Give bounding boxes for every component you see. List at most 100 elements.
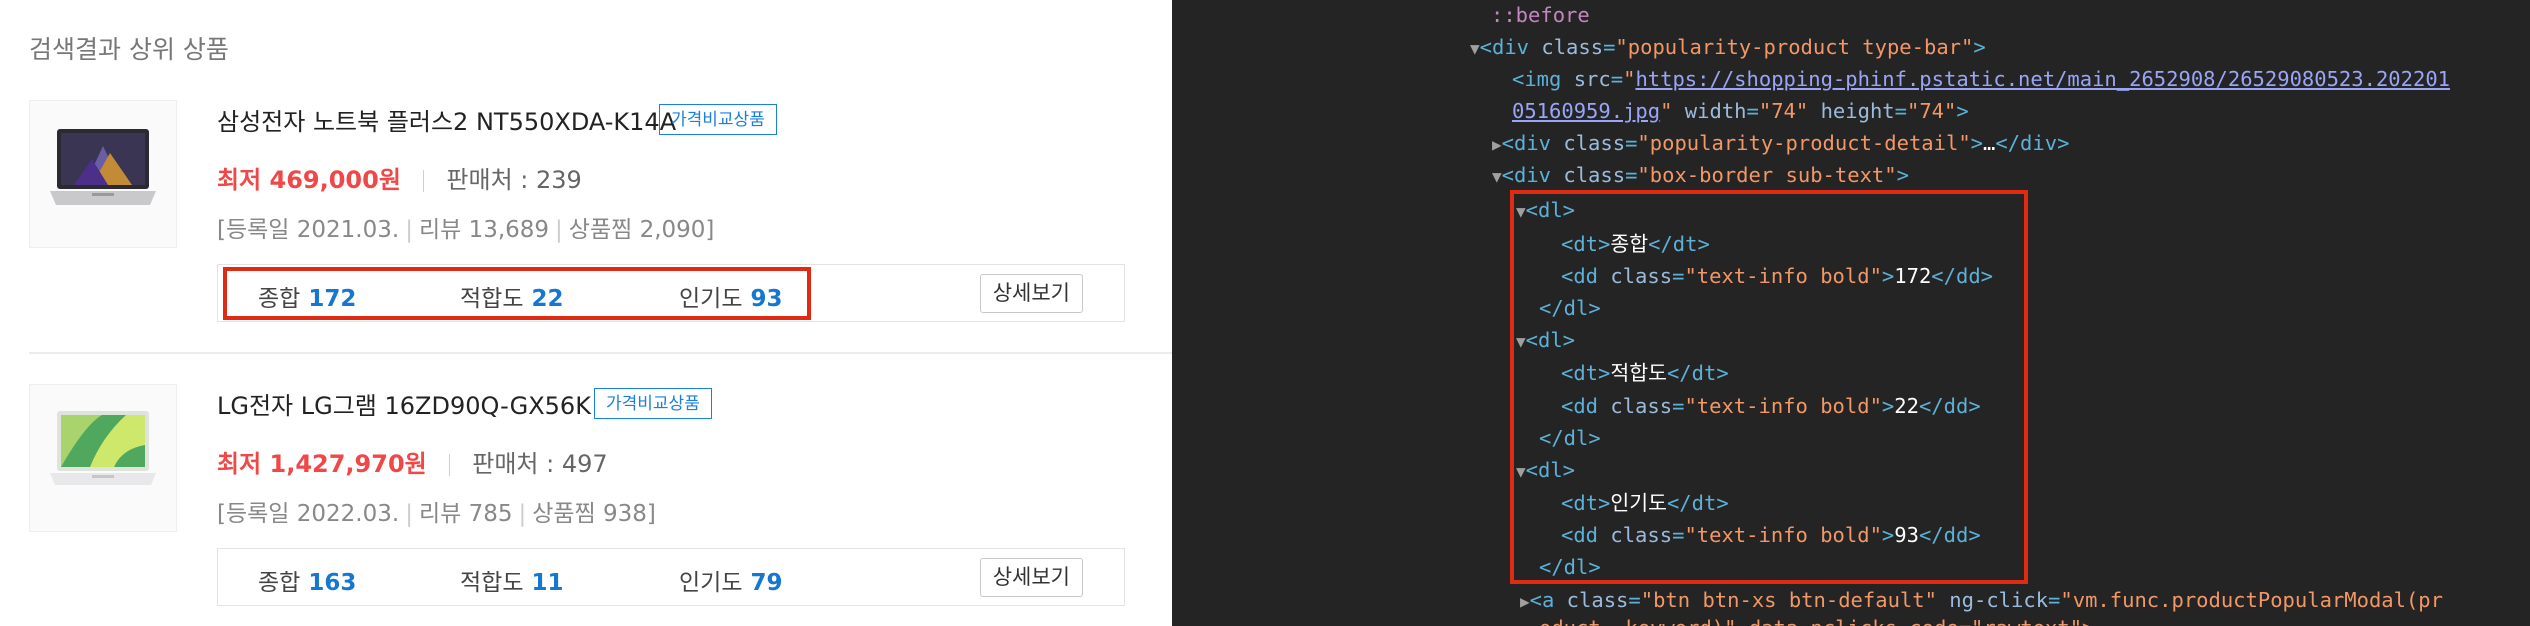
section-divider: [29, 352, 1172, 354]
registration-date: [등록일 2022.03.: [217, 501, 400, 527]
score-label: 인기도: [679, 286, 743, 312]
dom-node-dd[interactable]: <dd class="text-info bold">172</dd>: [1561, 264, 1993, 288]
dom-node-dl[interactable]: ▼<dl>: [1516, 458, 1575, 484]
dom-node-dd[interactable]: <dd class="text-info bold">22</dd>: [1561, 394, 1981, 418]
divider: [448, 454, 451, 476]
dom-node-img[interactable]: <img src="https://shopping-phinf.pstatic…: [1512, 67, 2450, 91]
ellipsis: …: [1983, 131, 1996, 155]
expand-triangle-icon[interactable]: ▼: [1492, 167, 1502, 186]
score-label: 종합: [258, 286, 301, 312]
dd-text: 93: [1894, 523, 1919, 547]
price-compare-badge[interactable]: 가격비교상품: [594, 388, 712, 419]
img-src-link[interactable]: https://shopping-phinf.pstatic.net/main_…: [1635, 67, 2450, 91]
section-title: 검색결과 상위 상품: [29, 35, 229, 64]
dd-text: 172: [1894, 264, 1932, 288]
dom-node-dl-close: </dl>: [1539, 555, 1601, 579]
score-popularity: 인기도 79: [679, 563, 783, 597]
divider: |: [405, 217, 413, 243]
product-info-row: [등록일 2022.03. | 리뷰 785 | 상품찜 938]: [217, 494, 656, 528]
dom-node-pseudo[interactable]: ::before: [1491, 3, 1590, 27]
collapse-triangle-icon[interactable]: ▶: [1520, 592, 1530, 611]
review-count: 리뷰 785: [418, 501, 513, 527]
score-value: 172: [308, 286, 357, 312]
score-label: 적합도: [460, 286, 524, 312]
dom-node-a[interactable]: ▶<a class="btn btn-xs btn-default" ng-cl…: [1520, 588, 2443, 614]
divider: [422, 170, 425, 192]
dom-node-dt[interactable]: <dt>종합</dt>: [1561, 232, 1710, 256]
expand-triangle-icon[interactable]: ▼: [1470, 39, 1480, 58]
dom-node-div[interactable]: ▼<div class="box-border sub-text">: [1492, 163, 1909, 189]
score-total: 종합 172: [258, 279, 356, 313]
divider: |: [555, 217, 563, 243]
lowest-price: 최저 1,427,970원: [217, 450, 427, 478]
dom-node-a-cont: oduct, keyword)" data-nclicks-code="rawt…: [1539, 616, 2094, 626]
wish-count: 상품찜 2,090]: [568, 217, 715, 243]
dt-text: 인기도: [1610, 491, 1667, 515]
dom-node-dl[interactable]: ▼<dl>: [1516, 198, 1575, 224]
divider: |: [405, 501, 413, 527]
seller-count: 판매처 : 239: [446, 166, 582, 194]
dt-text: 종합: [1610, 232, 1649, 256]
dom-node-dl-close: </dl>: [1539, 296, 1601, 320]
dom-node-dt[interactable]: <dt>적합도</dt>: [1561, 361, 1729, 385]
score-bar: 종합 163 적합도 11 인기도 79 상세보기: [217, 548, 1125, 606]
dom-node-div[interactable]: ▶<div class="popularity-product-detail">…: [1492, 131, 2069, 157]
attr-value: text-info bold: [1696, 523, 1870, 547]
dom-node-dl[interactable]: ▼<dl>: [1516, 328, 1575, 354]
score-relevance: 적합도 22: [460, 279, 564, 313]
detail-button[interactable]: 상세보기: [979, 274, 1083, 313]
product-name[interactable]: LG전자 LG그램 16ZD90Q-GX56K: [217, 386, 591, 421]
pseudo-element: ::before: [1491, 3, 1590, 27]
collapse-triangle-icon[interactable]: ▶: [1492, 135, 1502, 154]
score-value: 79: [750, 570, 783, 596]
laptop-image: [50, 129, 156, 205]
score-label: 적합도: [460, 570, 524, 596]
dom-node-dd[interactable]: <dd class="text-info bold">93</dd>: [1561, 523, 1981, 547]
attr-value: text-info bold: [1696, 264, 1870, 288]
product-thumbnail[interactable]: [29, 384, 177, 532]
attr-value: box-border sub-text: [1649, 163, 1885, 187]
score-total: 종합 163: [258, 563, 356, 597]
expand-triangle-icon[interactable]: ▼: [1516, 462, 1526, 481]
score-value: 93: [750, 286, 783, 312]
attr-value: 74: [1919, 99, 1945, 123]
img-src-link[interactable]: 05160959.jpg: [1512, 99, 1660, 123]
product-thumbnail[interactable]: [29, 100, 177, 248]
product-info-row: [등록일 2021.03. | 리뷰 13,689 | 상품찜 2,090]: [217, 210, 714, 244]
review-count: 리뷰 13,689: [418, 217, 550, 243]
dt-text: 적합도: [1610, 361, 1667, 385]
score-bar: 종합 172 적합도 22 인기도 93 상세보기: [217, 264, 1125, 322]
price-row: 최저 469,000원 판매처 : 239: [217, 160, 582, 195]
product-panel: 검색결과 상위 상품 삼성전자 노트북 플러스2 NT550XDA-K14A 가…: [0, 0, 1172, 626]
score-value: 11: [531, 570, 564, 596]
attr-value: vm.func.productPopularModal(pr: [2072, 588, 2443, 612]
attr-value: 74: [1771, 99, 1796, 123]
wish-count: 상품찜 938]: [532, 501, 656, 527]
divider: |: [518, 501, 527, 527]
price-row: 최저 1,427,970원 판매처 : 497: [217, 444, 608, 479]
seller-count: 판매처 : 497: [472, 450, 608, 478]
score-label: 종합: [258, 570, 301, 596]
product-name[interactable]: 삼성전자 노트북 플러스2 NT550XDA-K14A: [217, 102, 676, 137]
attr-value: oduct, keyword)" data-nclicks-code="rawt…: [1539, 616, 2094, 626]
lowest-price: 최저 469,000원: [217, 166, 401, 194]
attr-value: btn btn-xs btn-default: [1653, 588, 1925, 612]
dom-node-img-cont: 05160959.jpg" width="74" height="74">: [1512, 99, 1969, 123]
score-relevance: 적합도 11: [460, 563, 564, 597]
expand-triangle-icon[interactable]: ▼: [1516, 202, 1526, 221]
attr-value: popularity-product type-bar: [1627, 35, 1962, 59]
laptop-image: [50, 411, 156, 485]
price-compare-badge[interactable]: 가격비교상품: [659, 104, 777, 135]
score-popularity: 인기도 93: [679, 279, 783, 313]
registration-date: [등록일 2021.03.: [217, 217, 400, 243]
score-value: 22: [531, 286, 564, 312]
dd-text: 22: [1894, 394, 1919, 418]
detail-button[interactable]: 상세보기: [979, 558, 1083, 597]
dom-node-dl-close: </dl>: [1539, 426, 1601, 450]
dom-node-div[interactable]: ▼<div class="popularity-product type-bar…: [1470, 35, 1986, 61]
dom-node-dt[interactable]: <dt>인기도</dt>: [1561, 491, 1729, 515]
score-value: 163: [308, 570, 357, 596]
expand-triangle-icon[interactable]: ▼: [1516, 332, 1526, 351]
attr-value: text-info bold: [1696, 394, 1870, 418]
score-label: 인기도: [679, 570, 743, 596]
